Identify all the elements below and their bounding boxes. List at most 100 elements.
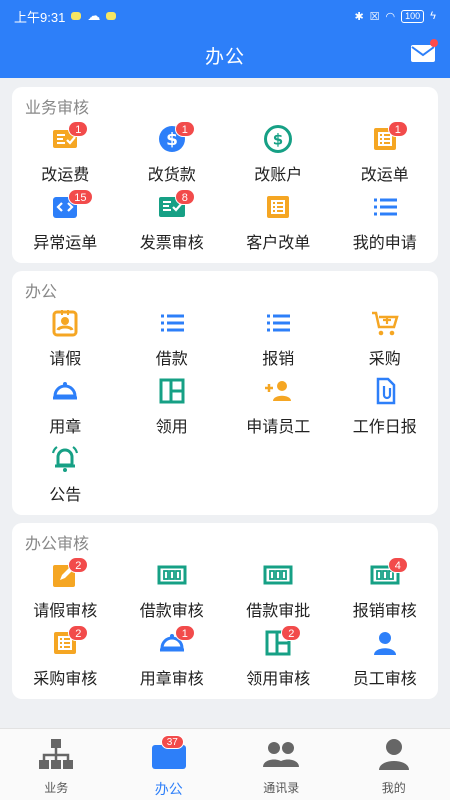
tab-org-chart[interactable]: 业务 bbox=[0, 729, 113, 800]
tab-icon-wrap: 37 bbox=[147, 735, 191, 775]
grid-item-button[interactable]: 我的申请 bbox=[332, 189, 439, 257]
grid-item-button[interactable]: 请假 bbox=[12, 305, 119, 373]
grid-item-button[interactable]: 用章 bbox=[12, 373, 119, 441]
grid-item-icon-wrap: 2 bbox=[48, 557, 89, 593]
count-badge: 1 bbox=[387, 121, 408, 137]
grid-item-button[interactable]: 采购 bbox=[332, 305, 439, 373]
grid-item-button[interactable]: 借款审批 bbox=[225, 557, 332, 625]
section-title: 办公审核 bbox=[25, 536, 90, 553]
grid-item-icon-wrap bbox=[261, 561, 295, 593]
grid-item-label: 请假审核 bbox=[33, 603, 98, 620]
count-badge: 2 bbox=[68, 557, 89, 573]
page-title: 办公 bbox=[204, 46, 245, 68]
grid-item-button[interactable]: 领用 bbox=[119, 373, 226, 441]
grid-item-icon-wrap bbox=[368, 193, 402, 225]
grid-item-button[interactable]: 工作日报 bbox=[332, 373, 439, 441]
grid-item-label: 借款审核 bbox=[139, 603, 204, 620]
grid-item-icon-wrap bbox=[261, 377, 295, 409]
grid-item-label: 改货款 bbox=[147, 167, 196, 184]
battery-indicator: 100 bbox=[401, 9, 425, 23]
main-content: 业务审核 1 改运费 $1 改货款 $ 改账户 1 改运单 15 异常运单 8 发票审核 客户改单 我的申… bbox=[0, 78, 450, 728]
grid-item-label: 异常运单 bbox=[33, 235, 98, 252]
bell-icon bbox=[50, 444, 80, 479]
profile-icon bbox=[375, 737, 413, 776]
grid-item-icon-wrap bbox=[48, 377, 82, 409]
money-icon bbox=[263, 560, 293, 595]
grid-item-icon-wrap bbox=[155, 377, 189, 409]
grid-item-button[interactable]: 借款 bbox=[119, 305, 226, 373]
grid-item-icon-wrap: 4 bbox=[368, 557, 408, 593]
grid-item-label: 领用审核 bbox=[246, 671, 311, 688]
id-card-icon bbox=[50, 308, 80, 343]
grid-item-button[interactable]: $1 改货款 bbox=[119, 121, 226, 189]
grid-item-icon-wrap bbox=[368, 629, 402, 661]
status-time: 上午9:31 bbox=[14, 9, 66, 25]
count-badge: 8 bbox=[174, 189, 195, 205]
grid-item-button[interactable]: $ 改账户 bbox=[225, 121, 332, 189]
section-office: 办公 请假 借款 报销 采购 用章 领用 申请员工 工作日报 公告 bbox=[12, 271, 438, 515]
grid-item-icon-wrap: 2 bbox=[261, 625, 302, 661]
grid-item-icon-wrap bbox=[261, 309, 295, 341]
grid-item-button[interactable]: 2 领用审核 bbox=[225, 625, 332, 693]
grid-item-label: 改运费 bbox=[41, 167, 90, 184]
contacts-icon bbox=[262, 737, 300, 776]
grid-item-button[interactable]: 1 改运单 bbox=[332, 121, 439, 189]
user-icon bbox=[370, 628, 400, 663]
grid-item-icon-wrap: 1 bbox=[155, 625, 195, 661]
grid-item-label: 借款 bbox=[155, 351, 188, 368]
grid-item-label: 改账户 bbox=[254, 167, 303, 184]
grid-item-button[interactable]: 公告 bbox=[12, 441, 119, 509]
grid-item-label: 员工审核 bbox=[352, 671, 417, 688]
grid-item-label: 客户改单 bbox=[246, 235, 311, 252]
bottom-tab-bar: 业务 37 办公 通讯录 我的 bbox=[0, 728, 450, 800]
org-chart-icon bbox=[37, 737, 75, 776]
grid-item-label: 用章 bbox=[49, 419, 82, 436]
count-badge: 1 bbox=[68, 121, 89, 137]
grid-item-button[interactable]: 1 用章审核 bbox=[119, 625, 226, 693]
grid-item-label: 改运单 bbox=[360, 167, 409, 184]
section-grid: 2 请假审核 借款审核 借款审批 4 报销审核 2 采购审核 1 用章审核 2 领用审核 员工审核 bbox=[12, 557, 438, 693]
tab-count-badge: 37 bbox=[160, 735, 184, 749]
tab-briefcase[interactable]: 37 办公 bbox=[113, 729, 226, 800]
grid-item-button[interactable]: 2 请假审核 bbox=[12, 557, 119, 625]
grid-item-button[interactable]: 2 采购审核 bbox=[12, 625, 119, 693]
grid-item-button[interactable]: 员工审核 bbox=[332, 625, 439, 693]
tab-contacts[interactable]: 通讯录 bbox=[225, 729, 338, 800]
app-header: 办公 bbox=[0, 32, 450, 78]
count-badge: 2 bbox=[68, 625, 89, 641]
grid-item-icon-wrap bbox=[155, 561, 189, 593]
list-icon bbox=[370, 192, 400, 227]
tab-label: 通讯录 bbox=[263, 781, 300, 795]
grid-item-icon-wrap: 2 bbox=[48, 625, 89, 661]
grid-item-icon-wrap: 1 bbox=[368, 121, 408, 157]
tab-label: 业务 bbox=[44, 781, 69, 795]
svg-text:$: $ bbox=[273, 130, 283, 148]
grid-item-button[interactable]: 申请员工 bbox=[225, 373, 332, 441]
grid-item-icon-wrap bbox=[155, 309, 189, 341]
grid-item-icon-wrap: 15 bbox=[48, 189, 93, 225]
grid-item-icon-wrap bbox=[48, 445, 82, 477]
grid-item-icon-wrap bbox=[368, 309, 402, 341]
cart-plus-icon bbox=[370, 308, 400, 343]
count-badge: 2 bbox=[281, 625, 302, 641]
grid-item-button[interactable]: 4 报销审核 bbox=[332, 557, 439, 625]
wifi-icon: ◠ bbox=[385, 10, 396, 23]
grid-item-button[interactable]: 1 改运费 bbox=[12, 121, 119, 189]
tab-icon-wrap bbox=[259, 737, 303, 775]
grid-item-button[interactable]: 15 异常运单 bbox=[12, 189, 119, 257]
tab-profile[interactable]: 我的 bbox=[338, 729, 450, 800]
grid-item-label: 工作日报 bbox=[352, 419, 417, 436]
paperclip-doc-icon bbox=[370, 376, 400, 411]
section-business-review: 业务审核 1 改运费 $1 改货款 $ 改账户 1 改运单 15 异常运单 8 发票审核 客户改单 我的申… bbox=[12, 87, 438, 263]
grid-item-icon-wrap: 8 bbox=[155, 189, 195, 225]
section-title: 业务审核 bbox=[25, 100, 90, 117]
mail-button[interactable] bbox=[410, 39, 438, 64]
grid-item-icon-wrap: $1 bbox=[155, 121, 195, 157]
grid-item-button[interactable]: 报销 bbox=[225, 305, 332, 373]
grid-item-button[interactable]: 8 发票审核 bbox=[119, 189, 226, 257]
grid-item-label: 借款审批 bbox=[246, 603, 311, 620]
grid-item-button[interactable]: 客户改单 bbox=[225, 189, 332, 257]
grid-item-button[interactable]: 借款审核 bbox=[119, 557, 226, 625]
list-icon bbox=[157, 308, 187, 343]
tab-icon-wrap bbox=[34, 737, 78, 775]
